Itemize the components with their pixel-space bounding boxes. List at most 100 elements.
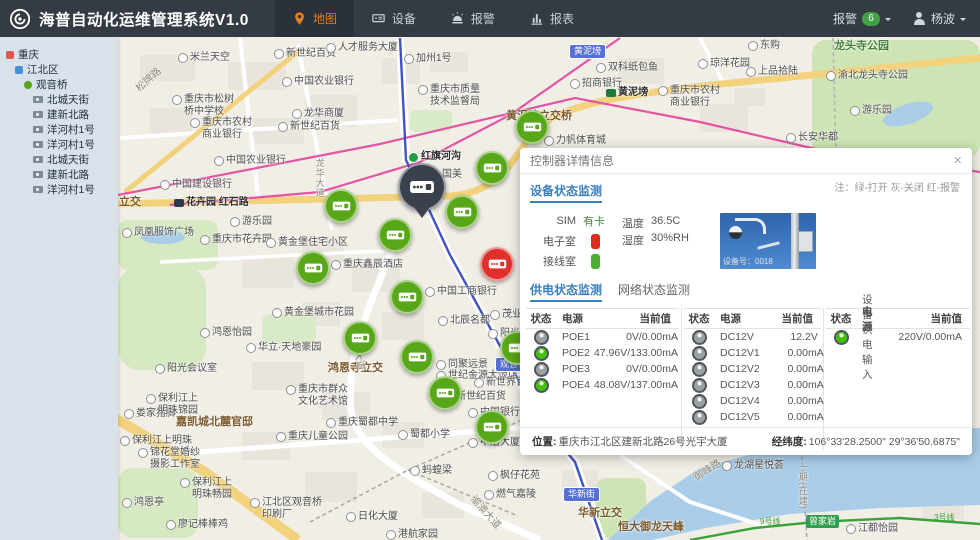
map-label-text: 重庆儿童公园 [288,431,348,443]
tree-node-label: 江北区 [27,62,59,77]
tab-power-status[interactable]: 供电状态监测 [530,281,602,302]
tree-node-icon [33,186,43,193]
map-poi-icon [138,448,148,458]
power-name: POE2 [556,347,590,359]
close-icon[interactable]: × [953,153,962,168]
controller-icon [386,229,405,241]
tree-node-label: 洋河村1号 [47,182,95,197]
device-marker[interactable] [480,247,514,281]
map-label-text: 华立·天地豪园 [258,342,321,354]
map-label-text: 保利江上明珠 [132,435,192,447]
menu-item-reports[interactable]: 报表 [512,0,591,37]
map-label-text: 中国农业银行 [294,76,354,88]
sidebar-tree-node[interactable]: 北城天街 [0,93,118,106]
map-label-text: 重庆市农村 商业银行 [202,117,252,141]
map-label: 阳光会议室 [155,363,217,375]
map-poi-icon [850,106,860,116]
map-label-text: 黄金堡住宅小区 [278,237,348,249]
power-value: 0.00mA [760,347,832,359]
map-label-text: 锦花堂婚纱 摄影工作室 [150,447,200,471]
device-status-label: 接线室 [530,253,576,269]
device-marker[interactable] [296,251,330,285]
power-name: DC12V2 [714,363,760,375]
sidebar-tree-node[interactable]: 洋河村1号 [0,183,118,196]
map-label-text: 保利江上 明珠锦园 [158,393,198,417]
controller-icon [453,206,472,218]
map-poi-icon [146,394,156,404]
map-poi-icon [166,520,176,530]
map-label: 黄泥塝 [606,87,648,99]
sidebar-tree-node[interactable]: 洋河村1号 [0,138,118,151]
controller-icon [304,262,323,274]
location-tree-sidebar: 重庆 江北区 观音桥 北城天街 建新北路 洋河村1号 洋河村1号 北城天街 建新… [0,37,118,540]
user-icon [913,12,926,25]
map-label: 重庆市松树 桥中学校 [172,94,234,118]
map-poi-icon [122,228,132,238]
map-poi-icon [124,409,134,419]
map-poi-icon [272,308,282,318]
device-marker[interactable] [515,110,549,144]
map-poi-icon [331,260,341,270]
map-label-text: 渝北龙头寺公园 [838,70,908,82]
tab-network-status[interactable]: 网络状态监测 [618,281,690,298]
map-label-text: 廖记棒棒鸡 [178,519,228,531]
device-marker[interactable] [445,195,479,229]
map-poi-icon [488,471,498,481]
menu-item-map[interactable]: 地图 [275,0,354,37]
device-marker[interactable] [343,321,377,355]
menu-item-alarms[interactable]: 报警 [433,0,512,37]
map-poi-icon [490,310,500,320]
map-label: 恒大御龙天峰 [618,521,684,534]
power-row: DC12V2 0.00mA [684,361,821,377]
map-label: 龙华大道 [314,158,325,198]
power-value: 0V/0.00mA [590,331,686,343]
sidebar-tree-node[interactable]: 建新北路 [0,108,118,121]
map-poi-icon [484,490,494,500]
user-dropdown[interactable]: 杨波 [913,10,966,27]
sidebar-tree-node[interactable]: 洋河村1号 [0,123,118,136]
device-marker[interactable] [324,189,358,223]
sidebar-tree-node[interactable]: 江北区 [0,63,118,76]
user-name: 杨波 [931,10,955,27]
sidebar-tree-node[interactable]: 建新北路 [0,168,118,181]
map-poi-icon [278,122,288,132]
tree-node-icon [33,141,43,148]
panel-footer: 位置:重庆市江北区建新北路26号光宇大厦 经纬度:106°33'28.2500"… [520,427,972,455]
power-name: POE4 [556,379,590,391]
map-poi-icon [214,156,224,166]
map-label-text: 燃气嘉陵 [496,489,536,501]
map-label-text: 红旗河沟 [421,151,461,163]
device-marker[interactable] [400,340,434,374]
sidebar-tree-node[interactable]: 观音桥 [0,78,118,91]
street-lamp [757,241,780,249]
device-marker[interactable] [390,280,424,314]
device-marker[interactable] [475,410,509,444]
map-label: 港航家园 [386,529,438,540]
tree-node-icon [33,111,43,118]
map-label: 立交 [119,196,141,209]
sidebar-tree-node[interactable]: 北城天街 [0,153,118,166]
device-marker[interactable] [475,151,509,185]
menu-item-devices[interactable]: 设备 [354,0,433,37]
device-marker[interactable] [398,163,446,211]
device-marker[interactable] [378,218,412,252]
power-row: DC12V3 0.00mA [684,377,821,393]
map-label-text: 鸿恩亭 [134,497,164,509]
map-poi-icon [250,498,260,508]
tree-node-label: 北城天街 [47,92,89,107]
alarm-dropdown[interactable]: 报警 6 [833,10,891,27]
coordinates-value: 106°33'28.2500" 29°36'50.6875" [809,436,960,448]
device-status-row: 电子室 [530,231,616,251]
status-dot [534,330,549,345]
power-name: POE3 [556,363,590,375]
map-label-text: 日化大厦 [358,511,398,523]
alarm-dropdown-label: 报警 [833,10,857,27]
location-value: 重庆市江北区建新北路26号光宇大厦 [559,436,728,448]
coordinates-label: 经纬度: [772,436,807,448]
tree-node-label: 重庆 [18,47,39,62]
app-title: 海普自动化运维管理系统V1.0 [39,8,249,30]
device-marker[interactable] [428,376,462,410]
map-label: 华新立交 [578,507,622,520]
table-header: 状态 电源 当前值 [826,308,970,329]
sidebar-tree-node[interactable]: 重庆 [0,48,118,61]
